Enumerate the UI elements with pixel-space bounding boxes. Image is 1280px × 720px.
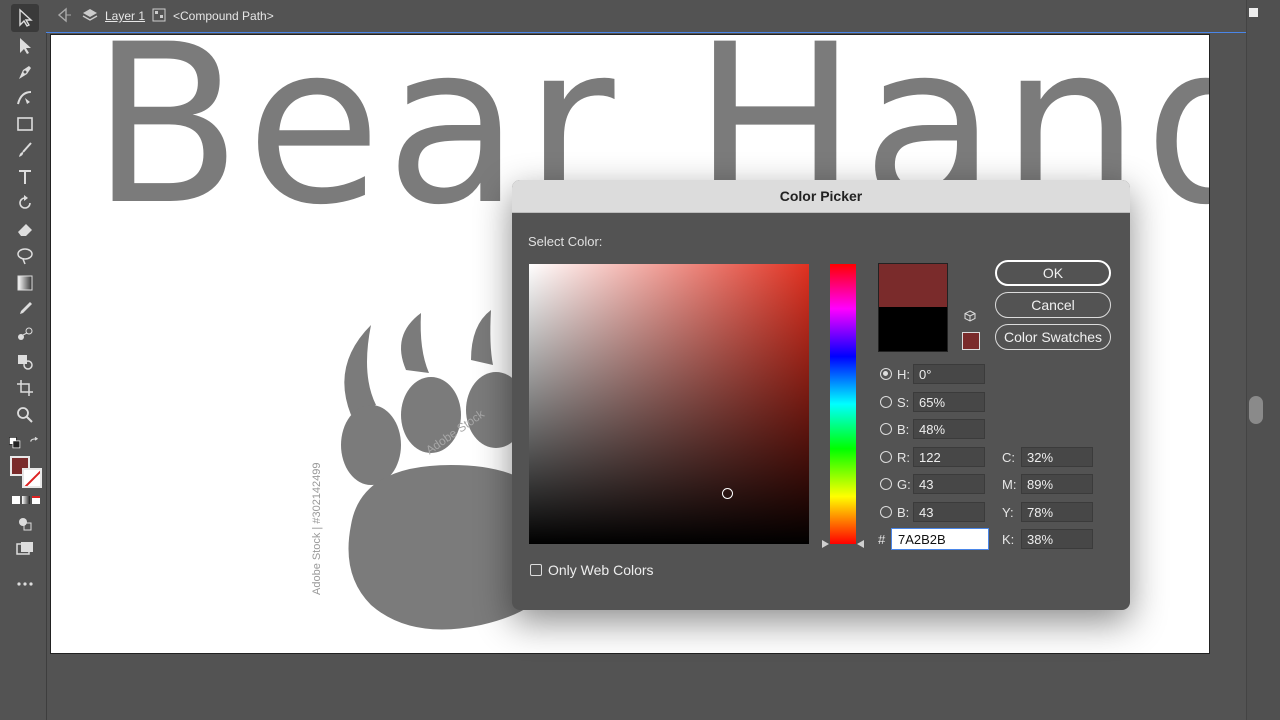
type-tool-icon[interactable] xyxy=(13,166,37,188)
saturation-input[interactable]: 65% xyxy=(913,392,985,412)
saturation-row: S: 65% xyxy=(880,391,985,413)
green-label: G: xyxy=(897,476,911,492)
more-tools-icon[interactable] xyxy=(13,573,37,595)
blue-label: B: xyxy=(897,504,910,520)
hue-radio[interactable] xyxy=(880,368,892,380)
yellow-row: Y: 78% xyxy=(1002,501,1093,523)
color-field-cursor[interactable] xyxy=(722,488,733,499)
select-color-label: Select Color: xyxy=(528,234,603,249)
cyan-input[interactable]: 32% xyxy=(1021,447,1093,467)
default-fill-stroke-icon[interactable] xyxy=(8,432,22,454)
draw-mode-icon[interactable] xyxy=(13,513,37,535)
red-radio[interactable] xyxy=(880,451,892,463)
black-label: K: xyxy=(1002,531,1015,547)
pen-tool-icon[interactable] xyxy=(13,61,37,83)
curvature-tool-icon[interactable] xyxy=(13,87,37,109)
hue-slider[interactable] xyxy=(830,264,856,544)
isolation-mode-bar: Layer 1 <Compound Path> xyxy=(46,0,1246,33)
back-arrow-icon[interactable] xyxy=(56,7,72,26)
blue-radio[interactable] xyxy=(880,506,892,518)
magenta-row: M: 89% xyxy=(1002,473,1093,495)
saturation-label: S: xyxy=(897,394,910,410)
only-web-colors-label: Only Web Colors xyxy=(548,562,654,578)
fill-stroke-swatches[interactable] xyxy=(10,456,44,490)
direct-selection-tool-icon[interactable] xyxy=(13,35,37,57)
blend-tool-icon[interactable] xyxy=(13,324,37,346)
group-icon xyxy=(152,8,166,25)
panel-corner xyxy=(1249,8,1258,17)
scrollbar-thumb[interactable] xyxy=(1249,396,1263,424)
red-row: R: 122 xyxy=(880,446,985,468)
magenta-label: M: xyxy=(1002,476,1017,492)
lasso-tool-icon[interactable] xyxy=(13,245,37,267)
hex-row: # 7A2B2B xyxy=(878,528,989,550)
green-row: G: 43 xyxy=(880,473,985,495)
color-picker-dialog: Color Picker Select Color: OK Cancel Col… xyxy=(512,180,1130,610)
green-radio[interactable] xyxy=(880,478,892,490)
brightness-radio[interactable] xyxy=(880,423,892,435)
layers-icon xyxy=(82,7,98,26)
hue-label: H: xyxy=(897,366,910,382)
only-web-colors-option[interactable]: Only Web Colors xyxy=(530,562,654,578)
only-web-colors-checkbox[interactable] xyxy=(530,564,542,576)
zoom-tool-icon[interactable] xyxy=(13,404,37,426)
yellow-input[interactable]: 78% xyxy=(1021,502,1093,522)
new-color-preview xyxy=(878,263,948,308)
color-swatches-button[interactable]: Color Swatches xyxy=(995,324,1111,350)
hex-label: # xyxy=(878,531,886,547)
gradient-mode-icon[interactable] xyxy=(22,496,30,504)
brightness-input[interactable]: 48% xyxy=(913,419,985,439)
black-row: K: 38% xyxy=(1002,528,1093,550)
blue-input[interactable]: 43 xyxy=(913,502,985,522)
swap-fill-stroke-icon[interactable] xyxy=(28,432,42,454)
artboard-tool-icon[interactable] xyxy=(13,377,37,399)
eyedropper-tool-icon[interactable] xyxy=(13,298,37,320)
green-input[interactable]: 43 xyxy=(913,474,985,494)
screen-mode-icon[interactable] xyxy=(13,538,37,560)
saturation-brightness-field[interactable] xyxy=(529,264,809,544)
hue-slider-left-arrow-icon[interactable] xyxy=(822,540,829,548)
none-mode-icon[interactable] xyxy=(32,496,40,504)
magenta-input[interactable]: 89% xyxy=(1021,474,1093,494)
web-safe-cube-icon[interactable] xyxy=(964,310,976,322)
cyan-row: C: 32% xyxy=(1002,446,1093,468)
original-color-preview[interactable] xyxy=(878,307,948,352)
saturation-radio[interactable] xyxy=(880,396,892,408)
red-label: R: xyxy=(897,449,910,465)
hex-input[interactable]: 7A2B2B xyxy=(891,528,989,550)
cyan-label: C: xyxy=(1002,449,1015,465)
black-input[interactable]: 38% xyxy=(1021,529,1093,549)
rotate-tool-icon[interactable] xyxy=(13,192,37,214)
brightness-row: B: 48% xyxy=(880,418,985,440)
blue-row: B: 43 xyxy=(880,501,985,523)
hue-row: H: 0° xyxy=(880,363,985,385)
yellow-label: Y: xyxy=(1002,504,1014,520)
cancel-button[interactable]: Cancel xyxy=(995,292,1111,318)
ok-button[interactable]: OK xyxy=(995,260,1111,286)
shape-builder-icon[interactable] xyxy=(13,351,37,373)
paintbrush-tool-icon[interactable] xyxy=(13,139,37,161)
breadcrumb-compound-path[interactable]: <Compound Path> xyxy=(173,9,274,23)
breadcrumb-layer[interactable]: Layer 1 xyxy=(105,9,145,23)
color-mode-icon[interactable] xyxy=(12,496,20,504)
hue-slider-right-arrow-icon[interactable] xyxy=(857,540,864,548)
gradient-tool-icon[interactable] xyxy=(13,272,37,294)
tools-panel xyxy=(0,0,47,720)
eraser-tool-icon[interactable] xyxy=(13,218,37,240)
web-safe-swatch[interactable] xyxy=(962,332,980,350)
rectangle-tool-icon[interactable] xyxy=(13,113,37,135)
dialog-title[interactable]: Color Picker xyxy=(512,180,1130,213)
selection-tool-icon[interactable] xyxy=(11,4,39,32)
stock-watermark: Adobe Stock | #302142499 xyxy=(311,462,323,595)
red-input[interactable]: 122 xyxy=(913,447,985,467)
vertical-scrollbar[interactable] xyxy=(1246,0,1280,720)
brightness-label: B: xyxy=(897,421,910,437)
hue-input[interactable]: 0° xyxy=(913,364,985,384)
color-mode-buttons[interactable] xyxy=(12,496,42,504)
stroke-swatch[interactable] xyxy=(22,468,42,488)
